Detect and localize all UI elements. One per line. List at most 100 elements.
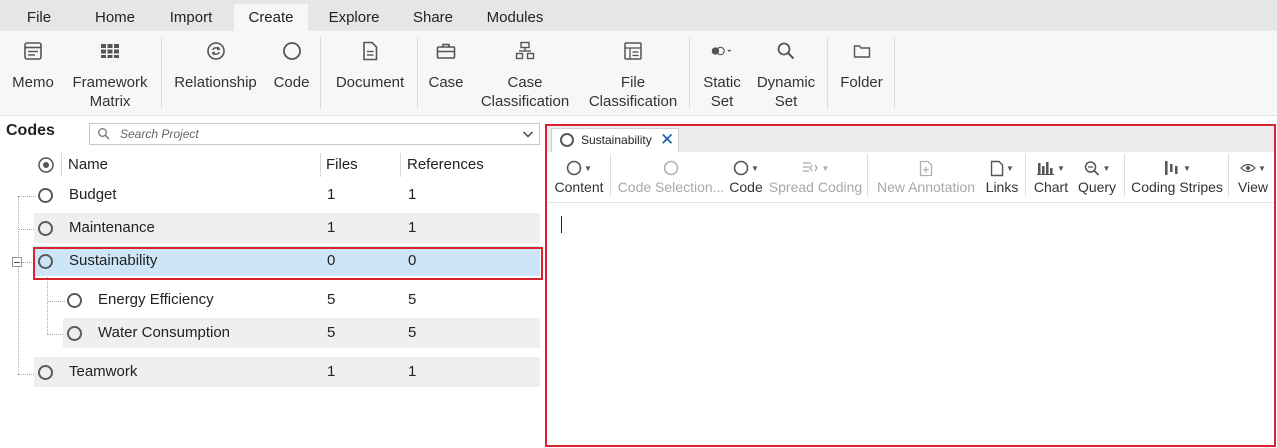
- code-name: Energy Efficiency: [98, 291, 214, 308]
- relationship-button[interactable]: Relationship: [168, 31, 263, 116]
- code-circle-icon: [38, 188, 53, 203]
- ribbon-divider: [320, 37, 321, 109]
- file-classification-label: File Classification: [588, 74, 678, 110]
- select-all-target-icon[interactable]: [36, 151, 56, 179]
- document-tab-strip: Sustainability ✕: [547, 126, 1274, 152]
- menu-tab-file[interactable]: File: [14, 4, 64, 31]
- spread-coding-label: Spread Coding: [768, 179, 863, 195]
- collapse-toggle-icon[interactable]: [12, 257, 22, 267]
- menu-tab-modules[interactable]: Modules: [474, 4, 556, 31]
- toolbar-divider: [1025, 154, 1026, 196]
- spread-coding-icon: ▼: [802, 158, 829, 178]
- view-button[interactable]: ▼ View: [1233, 156, 1273, 200]
- column-header-name[interactable]: Name: [68, 151, 108, 179]
- codes-panel-title: Codes: [6, 122, 55, 139]
- framework-matrix-label: Framework Matrix: [72, 74, 148, 110]
- coding-stripes-button[interactable]: ▼ Coding Stripes: [1131, 156, 1223, 200]
- view-eye-icon: ▼: [1240, 158, 1266, 178]
- new-annotation-label: New Annotation: [876, 179, 976, 195]
- tree-connector-line: [18, 196, 19, 374]
- search-icon: [97, 127, 111, 146]
- code-files-count: 5: [327, 291, 336, 308]
- column-header-files[interactable]: Files: [326, 151, 358, 179]
- code-button[interactable]: Code: [268, 31, 315, 116]
- search-input[interactable]: [120, 126, 500, 142]
- folder-label: Folder: [840, 74, 883, 91]
- case-label: Case: [428, 74, 464, 91]
- table-row-selected[interactable]: Sustainability 0 0: [34, 246, 540, 276]
- code-name: Water Consumption: [98, 324, 230, 341]
- table-row[interactable]: Energy Efficiency 5 5: [63, 285, 540, 315]
- folder-button[interactable]: Folder: [834, 31, 889, 116]
- chevron-down-icon[interactable]: [521, 127, 535, 146]
- spread-coding-button[interactable]: ▼ Spread Coding: [768, 156, 863, 200]
- ribbon-toolbar: Memo Framework Matrix Relationship Code …: [0, 31, 1277, 116]
- menu-tab-share[interactable]: Share: [403, 4, 463, 31]
- dynamic-set-button[interactable]: Dynamic Set: [752, 31, 820, 116]
- column-header-references[interactable]: References: [407, 151, 484, 179]
- code-references-count: 5: [408, 291, 417, 308]
- chart-button[interactable]: ▼ Chart: [1031, 156, 1071, 200]
- case-button[interactable]: Case: [423, 31, 469, 116]
- menu-tab-import[interactable]: Import: [158, 4, 224, 31]
- table-row[interactable]: Water Consumption 5 5: [63, 318, 540, 348]
- ribbon-divider: [417, 37, 418, 109]
- code-dropdown-button[interactable]: ▼ Code: [728, 156, 764, 200]
- menu-tab-create[interactable]: Create: [234, 4, 308, 31]
- ribbon-divider: [894, 37, 895, 109]
- menu-tab-explore[interactable]: Explore: [318, 4, 390, 31]
- code-label: Code: [273, 74, 310, 91]
- content-button[interactable]: ▼ Content: [551, 156, 607, 200]
- view-label: View: [1237, 179, 1269, 195]
- code-label: Code: [729, 179, 763, 195]
- table-row[interactable]: Teamwork 1 1: [34, 357, 540, 387]
- document-button[interactable]: Document: [328, 31, 412, 116]
- file-classification-icon: [622, 40, 644, 62]
- document-icon: [359, 40, 381, 62]
- content-label: Content: [554, 179, 604, 195]
- static-set-button[interactable]: Static Set: [696, 31, 748, 116]
- content-circle-icon: ▼: [566, 158, 592, 178]
- query-search-icon: ▼: [1084, 158, 1110, 178]
- menu-tab-home[interactable]: Home: [83, 4, 147, 31]
- new-annotation-button[interactable]: New Annotation: [874, 156, 978, 200]
- memo-button[interactable]: Memo: [6, 31, 60, 116]
- ribbon-divider: [827, 37, 828, 109]
- tree-connector-line: [47, 270, 48, 334]
- code-name: Budget: [69, 186, 117, 203]
- links-button[interactable]: ▼ Links: [983, 156, 1021, 200]
- chart-label: Chart: [1033, 179, 1069, 195]
- case-classification-icon: [514, 40, 536, 62]
- text-cursor: [561, 216, 562, 233]
- new-annotation-icon: [919, 158, 933, 178]
- toolbar-divider: [1124, 154, 1125, 196]
- folder-icon: [851, 40, 873, 62]
- table-row[interactable]: Maintenance 1 1: [34, 213, 540, 243]
- query-label: Query: [1077, 179, 1117, 195]
- code-circle-icon: ▼: [733, 158, 759, 178]
- code-circle-icon: [38, 365, 53, 380]
- memo-label: Memo: [12, 74, 54, 91]
- close-icon[interactable]: ✕: [660, 130, 674, 150]
- case-classification-button[interactable]: Case Classification: [476, 31, 574, 116]
- code-references-count: 1: [408, 219, 417, 236]
- code-references-count: 0: [408, 252, 417, 269]
- code-circle-icon: [560, 133, 574, 147]
- framework-matrix-button[interactable]: Framework Matrix: [66, 31, 154, 116]
- code-selection-label: Code Selection...: [617, 179, 725, 195]
- code-files-count: 1: [327, 186, 336, 203]
- file-classification-button[interactable]: File Classification: [584, 31, 682, 116]
- code-circle-icon: [67, 293, 82, 308]
- tab-sustainability[interactable]: Sustainability ✕: [551, 128, 679, 152]
- search-box[interactable]: [89, 123, 540, 145]
- table-row[interactable]: Budget 1 1: [34, 180, 540, 210]
- code-name: Teamwork: [69, 363, 138, 380]
- static-set-label: Static Set: [703, 74, 741, 110]
- code-files-count: 5: [327, 324, 336, 341]
- code-circle-icon: [38, 254, 53, 269]
- framework-matrix-icon: [99, 40, 121, 62]
- query-button[interactable]: ▼ Query: [1075, 156, 1119, 200]
- memo-icon: [22, 40, 44, 62]
- code-references-count: 5: [408, 324, 417, 341]
- code-selection-button[interactable]: Code Selection...: [617, 156, 725, 200]
